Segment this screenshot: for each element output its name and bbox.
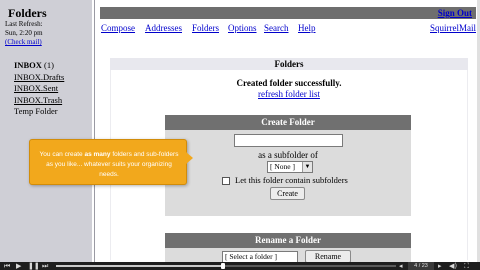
progress-bar[interactable] (56, 263, 396, 269)
folder-item-temp[interactable]: Temp Folder (14, 106, 64, 118)
play-icon[interactable]: ▶ (16, 262, 21, 270)
last-refresh-value: Sun, 2:20 pm (5, 29, 43, 37)
tutorial-tooltip: You can create as many folders and sub-f… (29, 139, 187, 185)
progress-thumb[interactable] (221, 263, 225, 269)
last-refresh-info: Last Refresh: Sun, 2:20 pm (Check mail) (5, 20, 43, 47)
rename-folder-title: Rename a Folder (165, 233, 411, 248)
top-bar: Sign Out (100, 7, 476, 19)
menu-help[interactable]: Help (298, 23, 316, 33)
last-refresh-label: Last Refresh: (5, 20, 43, 28)
menu-folders[interactable]: Folders (192, 23, 219, 33)
create-folder-button[interactable]: Create (270, 187, 305, 200)
folder-item-trash[interactable]: INBOX.Trash (14, 95, 64, 107)
menu-addresses[interactable]: Addresses (145, 23, 182, 33)
tooltip-text-start: You can create (39, 151, 85, 158)
contain-subfolders-row: Let this folder contain subfolders (222, 175, 348, 186)
player-controls: ⏮ ▶ ❚❚ ⏭ ◂ 4 / 23 ▸ ◀) ⛶ (0, 262, 480, 270)
contain-subfolders-label: Let this folder contain subfolders (235, 175, 348, 185)
folder-item-sent[interactable]: INBOX.Sent (14, 83, 64, 95)
folder-pane: Folders Last Refresh: Sun, 2:20 pm (Chec… (0, 0, 92, 262)
fullscreen-icon[interactable]: ⛶ (464, 262, 469, 270)
parent-folder-selected: [ None ] (270, 162, 295, 171)
rename-folder-panel: Rename a Folder [ Select a folder ] Rena… (165, 233, 411, 263)
contain-subfolders-checkbox[interactable] (222, 177, 230, 186)
create-folder-title: Create Folder (165, 115, 411, 130)
tooltip-text-bold: as many (84, 151, 111, 158)
folder-item-drafts[interactable]: INBOX.Drafts (14, 72, 64, 84)
refresh-folder-list-link[interactable]: refresh folder list (110, 89, 468, 99)
folder-item-inbox-count: (1) (44, 60, 54, 70)
create-folder-panel: Create Folder as a subfolder of [ None ]… (165, 115, 411, 216)
check-mail-link[interactable]: (Check mail) (5, 38, 43, 47)
rewind-icon[interactable]: ⏮ (4, 262, 10, 270)
menu-search[interactable]: Search (264, 23, 289, 33)
parent-folder-select[interactable]: [ None ] ▼ (267, 161, 313, 173)
squirrelmail-link[interactable]: SquirrelMail (430, 23, 476, 33)
chevron-down-icon[interactable]: ▼ (302, 162, 312, 172)
pause-icon[interactable]: ❚❚ (28, 262, 40, 270)
folder-list: INBOX (1) INBOX.Drafts INBOX.Sent INBOX.… (14, 60, 64, 118)
tooltip-text: You can create as many folders and sub-f… (36, 150, 182, 180)
sign-out-link[interactable]: Sign Out (438, 7, 472, 19)
menu-options[interactable]: Options (228, 23, 257, 33)
prev-slide-icon[interactable]: ◂ (399, 262, 403, 270)
rename-folder-selected: [ Select a folder ] (225, 252, 278, 261)
folder-item-inbox[interactable]: INBOX (1) (14, 60, 64, 72)
pane-divider[interactable] (92, 0, 95, 262)
next-slide-icon[interactable]: ▸ (438, 262, 442, 270)
folder-item-inbox-label[interactable]: INBOX (14, 60, 42, 70)
page-title: Folders (110, 58, 468, 70)
tooltip-pointer (186, 152, 193, 164)
volume-icon[interactable]: ◀) (449, 262, 457, 270)
menu-compose[interactable]: Compose (101, 23, 135, 33)
success-message: Created folder successfully. (236, 78, 342, 88)
folder-pane-title: Folders (8, 6, 47, 20)
subfolder-label: as a subfolder of (258, 150, 318, 160)
folder-name-input[interactable] (234, 134, 343, 147)
progress-fill (56, 265, 223, 267)
slide-counter: 4 / 23 (408, 262, 434, 270)
forward-icon[interactable]: ⏭ (42, 262, 48, 270)
